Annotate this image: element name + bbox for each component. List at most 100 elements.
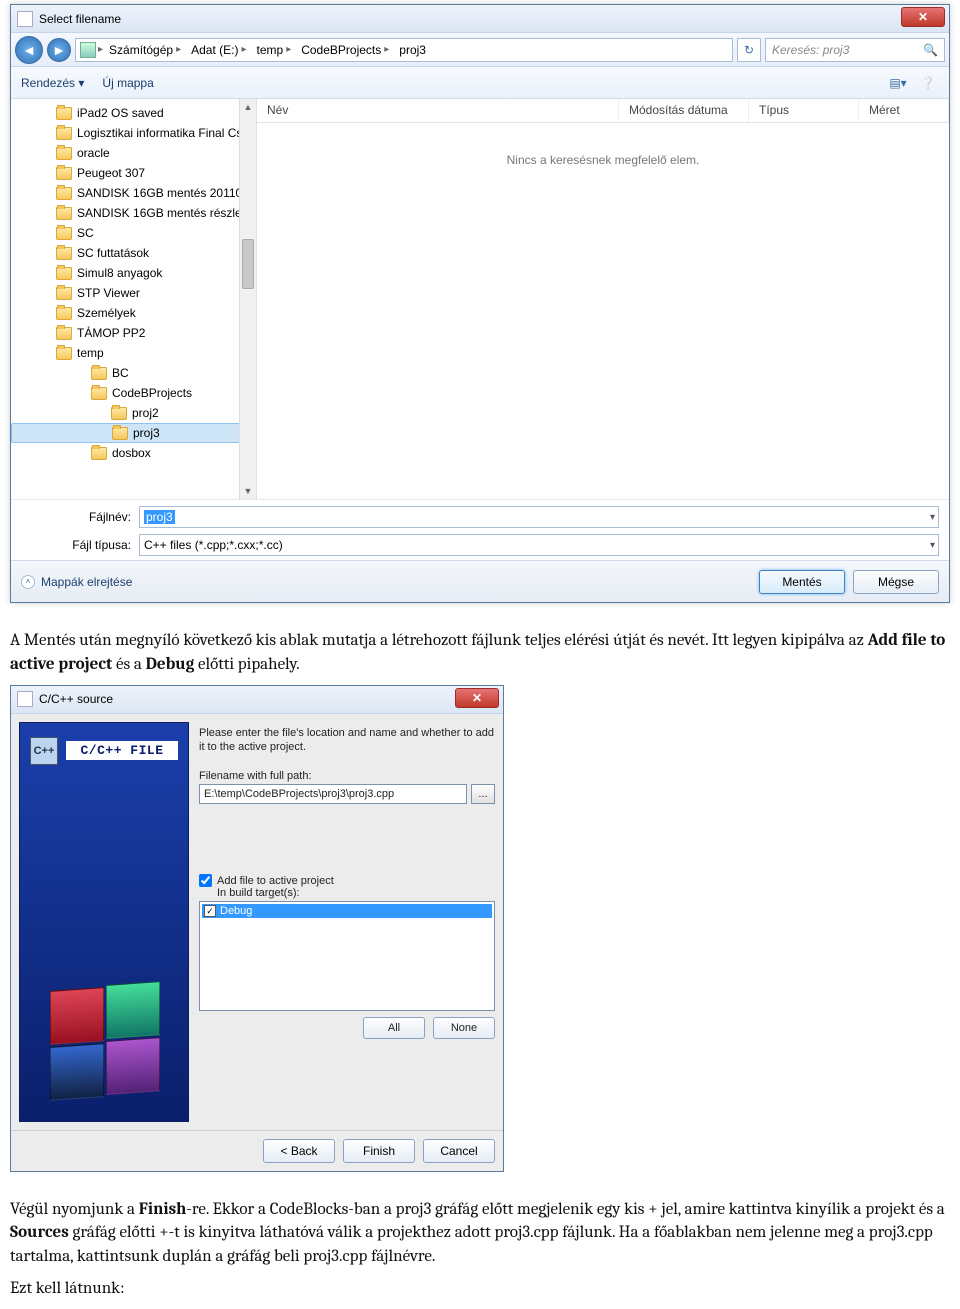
tree-item-label: dosbox xyxy=(112,446,151,460)
breadcrumb-seg[interactable]: proj3 xyxy=(395,43,430,57)
add-to-project-checkbox[interactable]: Add file to active project xyxy=(199,874,495,887)
folder-icon xyxy=(56,107,72,120)
breadcrumb-seg[interactable]: CodeBProjects ▸ xyxy=(297,43,393,57)
tree-item[interactable]: Személyek xyxy=(11,303,256,323)
cancel-button[interactable]: Cancel xyxy=(423,1139,495,1163)
build-targets-label: In build target(s): xyxy=(217,887,495,899)
chevron-down-icon[interactable]: ▾ xyxy=(930,540,935,551)
folder-icon xyxy=(56,207,72,220)
scroll-thumb[interactable] xyxy=(242,239,254,289)
tree-item[interactable]: SANDISK 16GB mentés 20110718 xyxy=(11,183,256,203)
checkbox-icon[interactable]: ✓ xyxy=(204,905,216,917)
folder-icon xyxy=(56,227,72,240)
breadcrumb[interactable]: ▸ Számítógép ▸ Adat (E:) ▸ temp ▸ CodeBP… xyxy=(75,38,733,62)
scrollbar[interactable]: ▲ ▼ xyxy=(239,99,256,499)
folder-icon xyxy=(56,267,72,280)
breadcrumb-seg[interactable]: Adat (E:) ▸ xyxy=(187,43,250,57)
select-none-button[interactable]: None xyxy=(433,1017,495,1039)
filepath-input[interactable]: E:\temp\CodeBProjects\proj3\proj3.cpp xyxy=(199,784,467,804)
scroll-up-icon[interactable]: ▲ xyxy=(240,99,256,115)
paragraph: Végül nyomjunk a Finish-re. Ekkor a Code… xyxy=(10,1198,950,1269)
build-targets-list[interactable]: ✓ Debug xyxy=(199,901,495,1011)
view-options-button[interactable]: ▤▾ xyxy=(887,72,909,94)
search-input[interactable]: Keresés: proj3 🔍 xyxy=(765,38,945,62)
dialog-footer: ˄ Mappák elrejtése Mentés Mégse xyxy=(11,560,949,602)
tree-item[interactable]: BC xyxy=(11,363,256,383)
nav-forward-button[interactable]: ► xyxy=(47,38,71,62)
tree-item[interactable]: Simul8 anyagok xyxy=(11,263,256,283)
col-size[interactable]: Méret xyxy=(859,99,949,122)
select-all-button[interactable]: All xyxy=(363,1017,425,1039)
dialog-titlebar[interactable]: C/C++ source ✕ xyxy=(11,686,503,714)
browse-button[interactable]: ... xyxy=(471,784,495,804)
new-folder-button[interactable]: Új mappa xyxy=(102,76,153,90)
folder-icon xyxy=(56,247,72,260)
tree-item-label: proj2 xyxy=(132,406,159,420)
folder-icon xyxy=(56,187,72,200)
banner-title: C/C++ FILE xyxy=(66,741,178,760)
tree-item[interactable]: SC xyxy=(11,223,256,243)
list-item[interactable]: ✓ Debug xyxy=(202,904,492,918)
cancel-button[interactable]: Mégse xyxy=(853,570,939,594)
save-button[interactable]: Mentés xyxy=(759,570,845,594)
folder-icon xyxy=(56,127,72,140)
filename-label: Fájlnév: xyxy=(71,510,131,524)
close-button[interactable]: ✕ xyxy=(901,7,945,27)
article-text: Végül nyomjunk a Finish-re. Ekkor a Code… xyxy=(10,1198,950,1301)
tree-item[interactable]: TÁMOP PP2 xyxy=(11,323,256,343)
refresh-button[interactable]: ↻ xyxy=(737,38,761,62)
cpp-file-icon: C++ xyxy=(30,737,58,765)
tree-item-label: proj3 xyxy=(133,426,160,440)
tree-item[interactable]: SANDISK 16GB mentés részleges 20 xyxy=(11,203,256,223)
tree-item[interactable]: CodeBProjects xyxy=(11,383,256,403)
col-name[interactable]: Név xyxy=(257,99,619,122)
tree-item[interactable]: oracle xyxy=(11,143,256,163)
tree-item[interactable]: temp xyxy=(11,343,256,363)
close-button[interactable]: ✕ xyxy=(455,688,499,708)
folder-icon xyxy=(56,287,72,300)
organize-menu[interactable]: Rendezés ▾ xyxy=(21,76,84,90)
hide-folders-link[interactable]: ˄ Mappák elrejtése xyxy=(21,575,132,589)
tree-item[interactable]: SC futtatások xyxy=(11,243,256,263)
breadcrumb-seg[interactable]: Számítógép ▸ xyxy=(105,43,185,57)
dialog-titlebar[interactable]: Select filename ✕ xyxy=(11,5,949,33)
help-button[interactable]: ❔ xyxy=(917,72,939,94)
chevron-up-icon: ˄ xyxy=(21,575,35,589)
toolbar: Rendezés ▾ Új mappa ▤▾ ❔ xyxy=(11,67,949,99)
filename-input[interactable]: proj3 ▾ xyxy=(139,506,939,528)
tree-item[interactable]: proj3 xyxy=(11,423,256,443)
checkbox-icon[interactable] xyxy=(199,874,212,887)
empty-list-message: Nincs a keresésnek megfelelő elem. xyxy=(257,123,949,197)
breadcrumb-seg[interactable]: temp ▸ xyxy=(253,43,296,57)
drive-icon xyxy=(80,42,96,58)
nav-bar: ◄ ► ▸ Számítógép ▸ Adat (E:) ▸ temp ▸ Co… xyxy=(11,33,949,67)
chevron-down-icon[interactable]: ▾ xyxy=(930,512,935,523)
app-icon xyxy=(17,11,33,27)
paragraph: A Mentés után megnyíló következő kis abl… xyxy=(10,629,950,677)
tree-item[interactable]: iPad2 OS saved xyxy=(11,103,256,123)
tree-item-label: TÁMOP PP2 xyxy=(77,326,145,340)
tree-item[interactable]: dosbox xyxy=(11,443,256,463)
tree-item[interactable]: STP Viewer xyxy=(11,283,256,303)
nav-back-button[interactable]: ◄ xyxy=(15,36,43,64)
folder-icon xyxy=(56,307,72,320)
col-type[interactable]: Típus xyxy=(749,99,859,122)
scroll-down-icon[interactable]: ▼ xyxy=(240,483,256,499)
wizard-footer: < Back Finish Cancel xyxy=(11,1130,503,1171)
tree-item-label: temp xyxy=(77,346,104,360)
tree-item-label: Simul8 anyagok xyxy=(77,266,162,280)
column-headers[interactable]: Név Módosítás dátuma Típus Méret xyxy=(257,99,949,123)
dialog-title: Select filename xyxy=(39,12,121,26)
tree-item[interactable]: Peugeot 307 xyxy=(11,163,256,183)
finish-button[interactable]: Finish xyxy=(343,1139,415,1163)
back-button[interactable]: < Back xyxy=(263,1139,335,1163)
folder-icon xyxy=(91,387,107,400)
tree-item-label: SC xyxy=(77,226,94,240)
tree-item[interactable]: proj2 xyxy=(11,403,256,423)
dialog-title: C/C++ source xyxy=(39,692,113,706)
tree-item-label: Logisztikai informatika Final Csom xyxy=(77,126,256,140)
filetype-select[interactable]: C++ files (*.cpp;*.cxx;*.cc) ▾ xyxy=(139,534,939,556)
tree-item[interactable]: Logisztikai informatika Final Csom xyxy=(11,123,256,143)
folder-tree[interactable]: iPad2 OS saved Logisztikai informatika Fi… xyxy=(11,99,257,499)
col-modified[interactable]: Módosítás dátuma xyxy=(619,99,749,122)
